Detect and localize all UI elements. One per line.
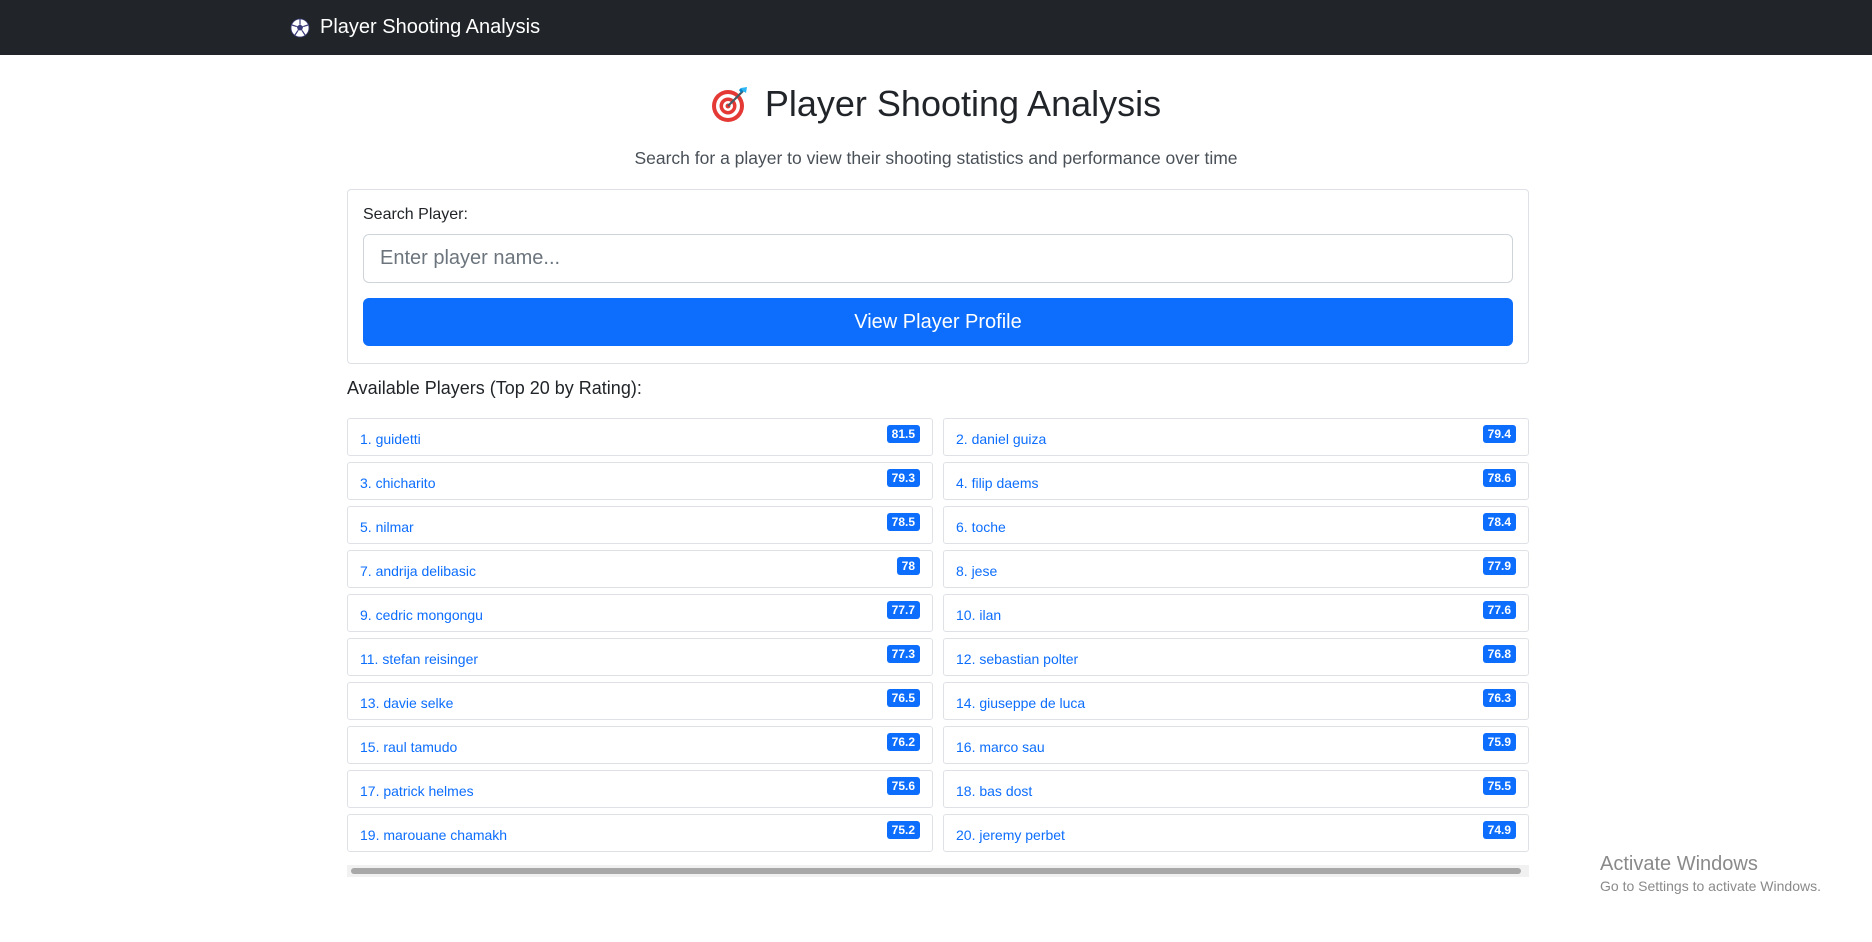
player-list-item[interactable]: 17. patrick helmes 75.6 (347, 770, 933, 808)
page-title-text: Player Shooting Analysis (764, 83, 1162, 124)
view-player-profile-button[interactable]: View Player Profile (363, 298, 1513, 346)
player-list-item[interactable]: 1. guidetti 81.5 (347, 418, 933, 456)
player-list-item[interactable]: 7. andrija delibasic 78 (347, 550, 933, 588)
player-rating-badge: 78 (896, 557, 920, 575)
player-list-item[interactable]: 18. bas dost 75.5 (943, 770, 1529, 808)
player-list-item[interactable]: 10. ilan 77.6 (943, 594, 1529, 632)
soccer-ball-icon (290, 18, 310, 38)
player-name: 3. chicharito (360, 475, 436, 491)
player-rating-badge: 75.5 (1482, 777, 1516, 795)
player-name: 11. stefan reisinger (360, 651, 479, 667)
players-heading: Available Players (Top 20 by Rating): (347, 378, 642, 398)
player-name: 9. cedric mongongu (360, 607, 483, 623)
search-card: Search Player: View Player Profile (347, 189, 1529, 364)
navbar-brand[interactable]: Player Shooting Analysis (290, 16, 540, 39)
player-name: 4. filip daems (956, 475, 1039, 491)
player-rating-badge: 79.3 (886, 469, 920, 487)
page-title: Player Shooting Analysis (711, 83, 1161, 125)
player-rating-badge: 77.7 (886, 601, 920, 619)
player-list-item[interactable]: 9. cedric mongongu 77.7 (347, 594, 933, 632)
player-list-item[interactable]: 19. marouane chamakh 75.2 (347, 814, 933, 852)
player-list-item[interactable]: 14. giuseppe de luca 76.3 (943, 682, 1529, 720)
player-rating-badge: 75.6 (886, 777, 920, 795)
player-rating-badge: 76.3 (1482, 689, 1516, 707)
player-list-item[interactable]: 8. jese 77.9 (943, 550, 1529, 588)
player-name: 16. marco sau (956, 739, 1045, 755)
player-list-item[interactable]: 6. toche 78.4 (943, 506, 1529, 544)
player-name: 13. davie selke (360, 695, 454, 711)
windows-activation-watermark: Activate Windows Go to Settings to activ… (1600, 853, 1821, 894)
player-list-item[interactable]: 3. chicharito 79.3 (347, 462, 933, 500)
player-list-item[interactable]: 5. nilmar 78.5 (347, 506, 933, 544)
player-rating-badge: 77.3 (886, 645, 920, 663)
player-list-item[interactable]: 16. marco sau 75.9 (943, 726, 1529, 764)
player-rating-badge: 79.4 (1482, 425, 1516, 443)
player-rating-badge: 77.6 (1482, 601, 1516, 619)
player-name: 20. jeremy perbet (956, 827, 1065, 843)
player-rating-badge: 76.2 (886, 733, 920, 751)
player-name: 18. bas dost (956, 783, 1033, 799)
player-rating-badge: 76.5 (886, 689, 920, 707)
navbar-brand-label: Player Shooting Analysis (320, 16, 541, 38)
player-name: 19. marouane chamakh (360, 827, 508, 843)
player-rating-badge: 78.6 (1482, 469, 1516, 487)
page-subtitle: Search for a player to view their shooti… (634, 148, 1238, 168)
player-list-item[interactable]: 20. jeremy perbet 74.9 (943, 814, 1529, 852)
player-name: 2. daniel guiza (956, 431, 1047, 447)
scrollbar-thumb[interactable] (351, 868, 1521, 874)
player-list-item[interactable]: 4. filip daems 78.6 (943, 462, 1529, 500)
player-rating-badge: 75.9 (1482, 733, 1516, 751)
player-list-item[interactable]: 13. davie selke 76.5 (347, 682, 933, 720)
target-icon (711, 85, 749, 123)
player-rating-badge: 78.5 (886, 513, 920, 531)
player-list-item[interactable]: 12. sebastian polter 76.8 (943, 638, 1529, 676)
player-name: 5. nilmar (360, 519, 414, 535)
player-list-item[interactable]: 15. raul tamudo 76.2 (347, 726, 933, 764)
player-rating-badge: 81.5 (886, 425, 920, 443)
watermark-title: Activate Windows (1600, 853, 1758, 875)
player-name: 14. giuseppe de luca (956, 695, 1086, 711)
player-rating-badge: 75.2 (886, 821, 920, 839)
search-label: Search Player: (363, 206, 468, 223)
navbar: Player Shooting Analysis (0, 0, 1872, 55)
player-list: 1. guidetti 81.5 2. daniel guiza 79.4 3. chi… (347, 418, 1529, 852)
player-name: 1. guidetti (360, 431, 421, 447)
player-name: 17. patrick helmes (360, 783, 474, 799)
watermark-subtitle: Go to Settings to activate Windows. (1600, 878, 1821, 894)
player-list-item[interactable]: 11. stefan reisinger 77.3 (347, 638, 933, 676)
player-name: 6. toche (956, 519, 1006, 535)
player-rating-badge: 74.9 (1482, 821, 1516, 839)
player-search-input[interactable] (363, 234, 1513, 283)
player-name: 8. jese (956, 563, 998, 579)
horizontal-scrollbar[interactable] (347, 865, 1529, 877)
player-rating-badge: 77.9 (1482, 557, 1516, 575)
player-rating-badge: 76.8 (1482, 645, 1516, 663)
player-rating-badge: 78.4 (1482, 513, 1516, 531)
player-name: 7. andrija delibasic (360, 563, 476, 579)
player-name: 15. raul tamudo (360, 739, 458, 755)
player-list-item[interactable]: 2. daniel guiza 79.4 (943, 418, 1529, 456)
player-name: 10. ilan (956, 607, 1002, 623)
page-header: Player Shooting Analysis Search for a pl… (0, 83, 1872, 169)
player-name: 12. sebastian polter (956, 651, 1079, 667)
